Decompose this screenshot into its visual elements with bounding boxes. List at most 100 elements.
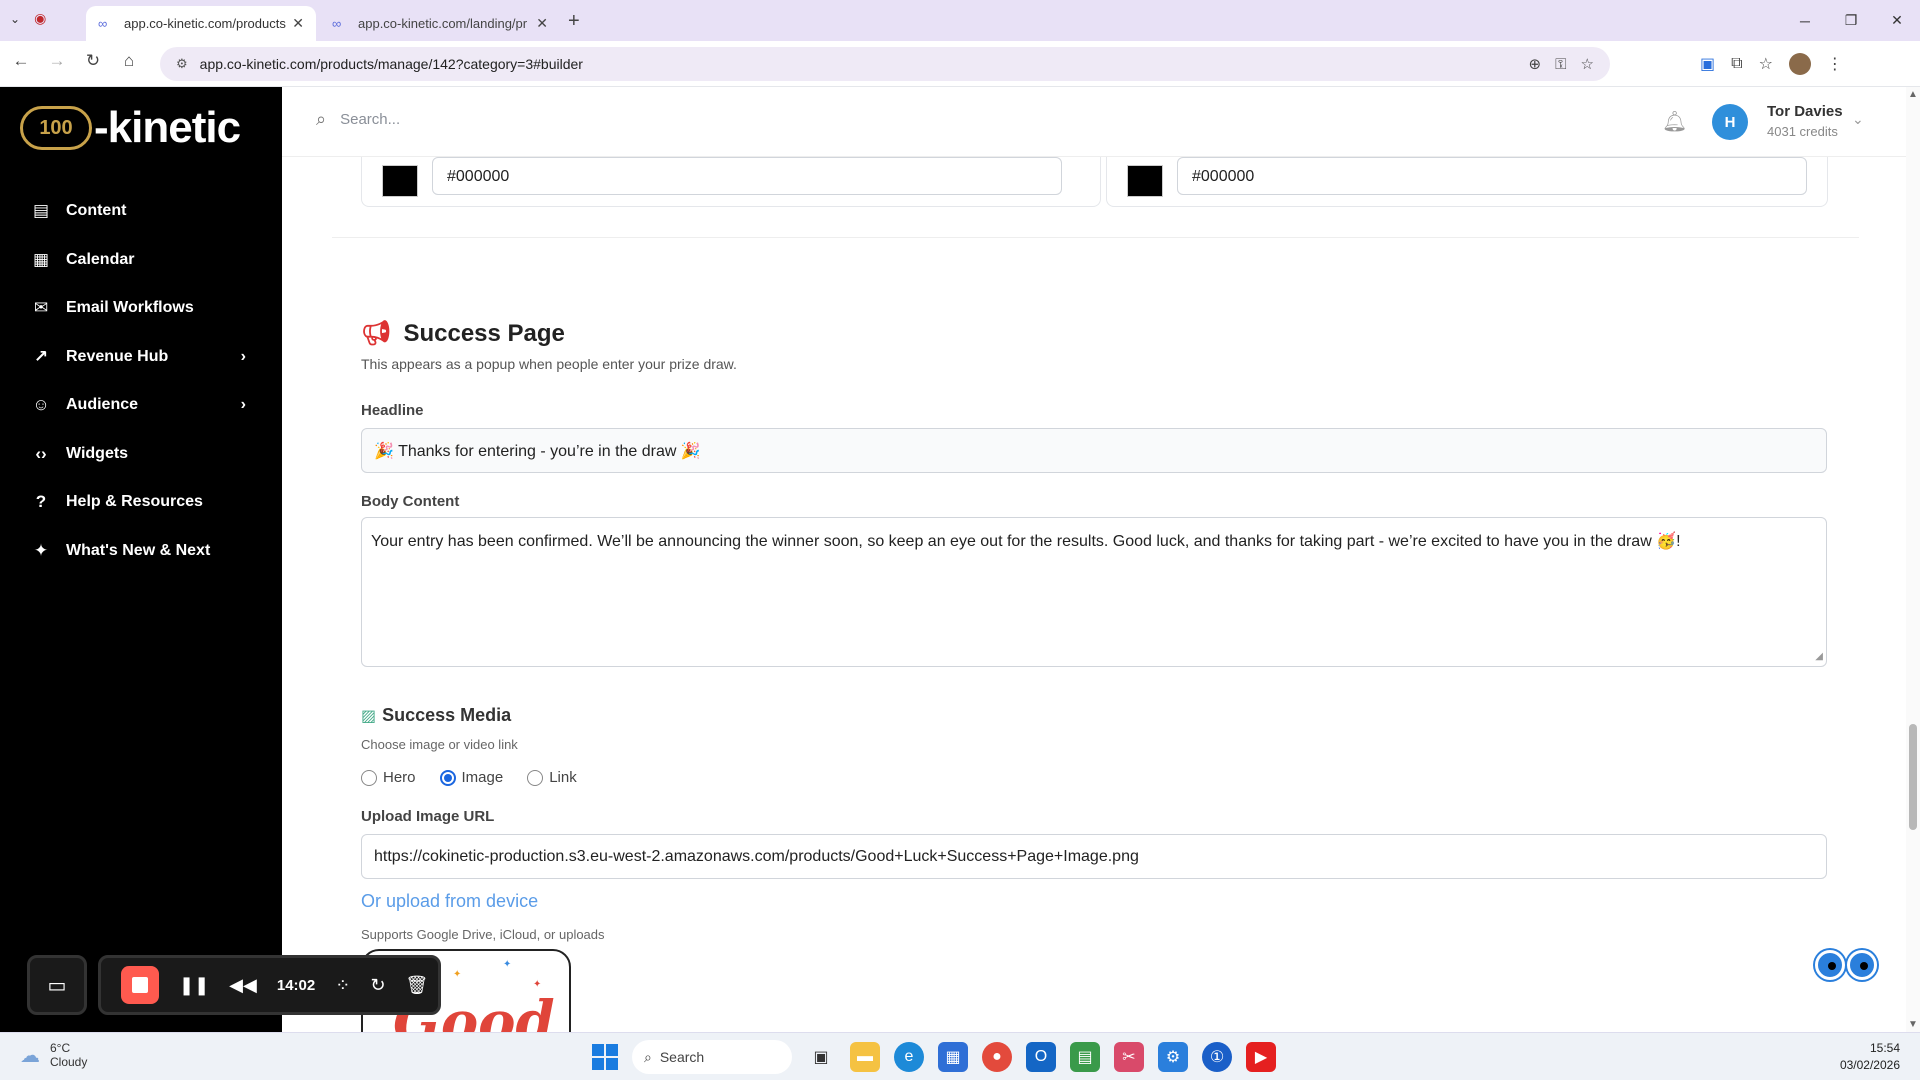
main-content: #000000 #000000 📢︎ Success Page This app… (282, 157, 1892, 1032)
color-swatch[interactable] (382, 165, 418, 197)
app-logo[interactable]: 100 -kinetic (20, 103, 241, 153)
sidebar-item-audience[interactable]: ☺ Audience › (0, 381, 282, 430)
password-manager-icon[interactable]: ① (1202, 1042, 1232, 1072)
settings-icon[interactable]: ⚙ (1158, 1042, 1188, 1072)
sidebar-item-email-workflows[interactable]: ✉ Email Workflows (0, 284, 282, 333)
store-icon[interactable]: ▦ (938, 1042, 968, 1072)
pause-icon[interactable]: ❚❚ (179, 975, 209, 996)
scroll-up-icon[interactable]: ▲ (1908, 89, 1918, 100)
hex-color-input[interactable]: #000000 (432, 157, 1062, 195)
youtube-icon[interactable]: ▶ (1246, 1042, 1276, 1072)
radio-hero[interactable]: Hero (361, 769, 416, 786)
address-bar[interactable]: ⚙ app.co-kinetic.com/products/manage/142… (160, 47, 1610, 81)
extensions-puzzle-icon[interactable]: ⧉ (1731, 55, 1742, 73)
chrome-icon[interactable]: ● (982, 1042, 1012, 1072)
hex-color-input[interactable]: #000000 (1177, 157, 1807, 195)
sidebar-item-whats-new[interactable]: ✦ What's New & Next (0, 527, 282, 576)
radio-button[interactable] (361, 769, 377, 786)
section-title: 📢︎ Success Page (361, 319, 565, 348)
home-icon[interactable]: ⌂ (118, 51, 140, 71)
os-taskbar: ☁ 6°C Cloudy ⌕ Search ▣ ▬ e ▦ ● O ▤ ✂ ⚙ … (0, 1032, 1920, 1080)
notification-bell-icon[interactable]: 🔔︎ (1662, 109, 1687, 134)
logo-text: -kinetic (94, 103, 241, 152)
app-sidebar: 100 -kinetic ▤ Content ▦ Calendar ✉ Emai… (0, 87, 282, 1032)
close-tab-icon[interactable]: ✕ (536, 15, 548, 32)
bookmarks-icon[interactable]: ☆ (1759, 54, 1773, 74)
close-tab-icon[interactable]: ✕ (292, 15, 304, 32)
avatar[interactable]: H (1712, 104, 1748, 140)
chevron-down-icon[interactable]: ⌄ (1852, 111, 1864, 128)
radio-button-selected[interactable] (439, 769, 456, 786)
eye-icon (1847, 950, 1877, 980)
users-icon: ☺ (32, 395, 50, 415)
system-clock[interactable]: 15:54 03/02/2026 (1840, 1040, 1900, 1074)
extension-icon[interactable]: ▣ (1700, 54, 1715, 74)
rewind-icon[interactable]: ◀◀ (229, 975, 257, 996)
password-key-icon[interactable]: ⚿ (1555, 56, 1566, 73)
sidebar-item-help[interactable]: ? Help & Resources (0, 478, 282, 527)
site-favicon-icon: ∞ (332, 15, 342, 31)
bookmark-star-icon[interactable]: ☆ (1581, 55, 1594, 73)
sidebar-item-content[interactable]: ▤ Content (0, 187, 282, 236)
body-content-textarea[interactable]: Your entry has been confirmed. We’ll be … (361, 517, 1827, 667)
search-bar[interactable]: ⌕ Search... (316, 109, 400, 130)
menu-dots-icon[interactable]: ⋮ (1827, 54, 1843, 74)
user-menu[interactable]: Tor Davies 4031 credits (1767, 103, 1843, 139)
reload-icon[interactable]: ↻ (82, 51, 104, 71)
edge-icon[interactable]: e (894, 1042, 924, 1072)
radio-button[interactable] (527, 769, 544, 786)
scroll-down-icon[interactable]: ▼ (1908, 1019, 1918, 1030)
page-scrollbar[interactable]: ▲ ▼ (1906, 87, 1920, 1032)
calendar-icon: ▦ (32, 249, 50, 269)
search-input[interactable]: Search... (340, 111, 400, 128)
restart-icon[interactable]: ↻ (370, 975, 385, 996)
trend-icon: ↗ (33, 346, 49, 366)
sidebar-item-widgets[interactable]: ‹› Widgets (0, 430, 282, 479)
color-swatch[interactable] (1127, 165, 1163, 197)
record-indicator-icon: ◉ (34, 10, 47, 26)
site-favicon-icon: ∞ (98, 15, 108, 31)
browser-tab[interactable]: ∞ app.co-kinetic.com/landing/pr ✕ (320, 6, 560, 41)
task-view-icon[interactable]: ▣ (806, 1042, 836, 1072)
upload-from-device-link[interactable]: Or upload from device (361, 891, 538, 912)
minimize-icon[interactable]: ─ (1782, 0, 1828, 41)
windows-start-icon[interactable] (592, 1044, 618, 1070)
scroll-thumb[interactable] (1909, 724, 1917, 830)
restore-icon[interactable]: ❐ (1828, 0, 1874, 41)
radio-link[interactable]: Link (527, 769, 577, 786)
weather-widget[interactable]: ☁ 6°C Cloudy (20, 1041, 87, 1069)
radio-image[interactable]: Image (439, 769, 503, 786)
outlook-icon[interactable]: O (1026, 1042, 1056, 1072)
code-icon: ‹› (35, 443, 47, 463)
taskbar-search[interactable]: ⌕ Search (632, 1040, 792, 1074)
stop-recording-button[interactable] (121, 966, 159, 1004)
close-window-icon[interactable]: ✕ (1874, 0, 1920, 41)
headline-input[interactable]: 🎉 Thanks for entering - you’re in the dr… (361, 428, 1827, 473)
image-url-input[interactable]: https://cokinetic-production.s3.eu-west-… (361, 834, 1827, 879)
back-icon[interactable]: ← (10, 51, 32, 71)
chat-assistant-button[interactable] (1815, 950, 1879, 996)
site-info-icon[interactable]: ⚙ (176, 56, 188, 72)
sparkle-icon: ✦ (33, 540, 49, 560)
snipping-tool-icon[interactable]: ✂ (1114, 1042, 1144, 1072)
new-tab-button[interactable]: + (568, 10, 580, 33)
browser-tab-bar: ⌄ ◉ ∞ app.co-kinetic.com/products/m ✕ ∞ … (0, 0, 1920, 41)
upload-hint: Supports Google Drive, iCloud, or upload… (361, 927, 605, 942)
trash-icon[interactable]: 🗑︎ (405, 975, 428, 996)
sidebar-item-calendar[interactable]: ▦ Calendar (0, 236, 282, 285)
chat-app-icon[interactable]: ▤ (1070, 1042, 1100, 1072)
resize-handle-icon[interactable]: ◢ (1815, 650, 1823, 663)
browser-tab-active[interactable]: ∞ app.co-kinetic.com/products/m ✕ (86, 6, 316, 41)
color-picker-card: #000000 (361, 157, 1101, 207)
forward-icon[interactable]: → (46, 51, 68, 71)
body-content-label: Body Content (361, 493, 460, 510)
file-explorer-icon[interactable]: ▬ (850, 1042, 880, 1072)
recording-timer: 14:02 (276, 976, 316, 994)
zoom-icon[interactable]: ⊕ (1529, 55, 1542, 73)
user-name: Tor Davies (1767, 103, 1843, 120)
profile-avatar[interactable] (1788, 53, 1811, 75)
grid-icon[interactable]: ⁘ (335, 975, 350, 996)
tab-search-icon[interactable]: ⌄ (10, 12, 20, 26)
camera-toggle-button[interactable]: ▭ (27, 955, 87, 1015)
sidebar-item-revenue-hub[interactable]: ↗ Revenue Hub › (0, 333, 282, 382)
